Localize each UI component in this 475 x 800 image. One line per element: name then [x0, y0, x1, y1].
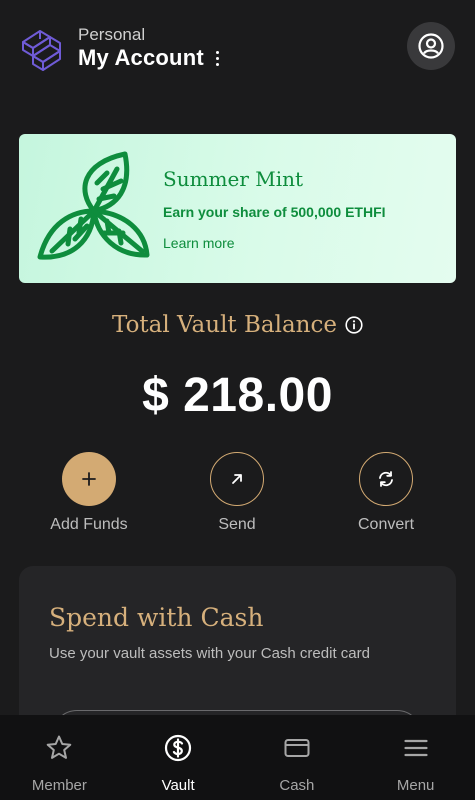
send-button[interactable]: Send: [182, 452, 292, 534]
add-funds-button[interactable]: Add Funds: [34, 452, 144, 534]
arrow-up-right-icon[interactable]: [210, 452, 264, 506]
convert-button[interactable]: Convert: [331, 452, 441, 534]
tab-vault-label: Vault: [161, 777, 195, 794]
tab-member[interactable]: Member: [0, 715, 119, 800]
tab-cash-label: Cash: [279, 777, 315, 794]
plus-icon[interactable]: [62, 452, 116, 506]
send-label: Send: [218, 516, 256, 533]
tab-cash[interactable]: Cash: [238, 715, 357, 800]
account-name[interactable]: My Account: [78, 45, 204, 71]
balance-header: Total Vault Balance: [0, 312, 475, 338]
mint-leaf-icon: [37, 151, 150, 260]
account-type-label: Personal: [78, 25, 146, 44]
convert-label: Convert: [357, 516, 415, 533]
brand-logo-icon: [22, 30, 61, 71]
more-options-icon[interactable]: [212, 48, 224, 68]
card-icon: [284, 739, 310, 757]
balance-label: Total Vault Balance: [112, 312, 337, 338]
profile-button[interactable]: [407, 22, 455, 70]
promo-banner[interactable]: Summer Mint Earn your share of 500,000 E…: [19, 134, 456, 283]
menu-icon: [404, 739, 428, 757]
app-header: Personal My Account: [0, 0, 475, 100]
refresh-icon[interactable]: [359, 452, 413, 506]
user-icon: [418, 33, 444, 59]
add-funds-label: Add Funds: [50, 516, 128, 533]
tab-member-label: Member: [31, 777, 87, 794]
info-icon[interactable]: [345, 316, 363, 334]
promo-title: Summer Mint: [163, 167, 304, 191]
tab-menu-label: Menu: [396, 777, 435, 794]
balance-amount: $ 218.00: [142, 369, 333, 422]
tab-vault[interactable]: Vault: [119, 715, 238, 800]
tab-menu[interactable]: Menu: [356, 715, 475, 800]
learn-more-link[interactable]: Learn more: [163, 235, 235, 251]
dollar-circle-icon: [165, 734, 192, 762]
bottom-tab-bar: Member Vault Cash Menu: [0, 715, 475, 800]
cash-card-title: Spend with Cash: [49, 603, 264, 632]
account-selector[interactable]: My Account: [78, 45, 224, 71]
promo-subtitle: Earn your share of 500,000 ETHFI: [163, 204, 386, 220]
star-icon: [47, 735, 72, 759]
cash-card-description: Use your vault assets with your Cash cre…: [49, 645, 370, 662]
